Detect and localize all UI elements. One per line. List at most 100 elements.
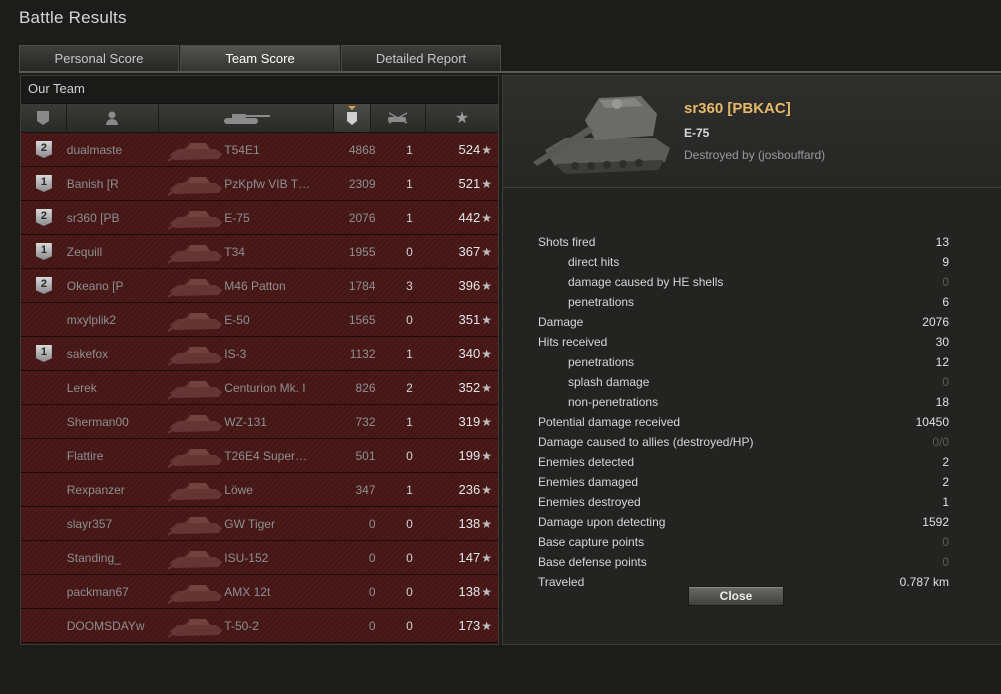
kills-column-header[interactable] — [371, 104, 427, 132]
table-row[interactable]: Sherman00 WZ-131 732 1 319★ — [21, 405, 498, 439]
vehicle-box: sr360 [PBKAC] E-75 Destroyed by (josbouf… — [503, 76, 1001, 188]
table-row[interactable]: slayr357 GW Tiger 0 0 138★ — [21, 507, 498, 541]
player-name-cell[interactable]: mxylplik2 — [67, 313, 165, 327]
score-column-header[interactable]: ★ — [426, 104, 498, 132]
table-row[interactable]: 1 Banish [R PzKpfw VIB T… 2309 1 521★ — [21, 167, 498, 201]
tank-thumbnail — [164, 611, 224, 641]
medal-cell: 1 — [21, 175, 67, 192]
tank-name-cell: E-50 — [224, 312, 250, 327]
tab-personal-score[interactable]: Personal Score — [19, 45, 179, 71]
table-row[interactable]: 2 sr360 [PB E-75 2076 1 442★ — [21, 201, 498, 235]
table-row[interactable]: 1 Zequill T34 1955 0 367★ — [21, 235, 498, 269]
star-icon: ★ — [481, 585, 492, 599]
score-cell: 199★ — [429, 448, 498, 463]
tank-name-cell: T54E1 — [224, 142, 260, 157]
class-medal-icon: 1 — [35, 243, 52, 260]
kills-cell: 1 — [406, 482, 413, 497]
score-value: 138 — [458, 516, 481, 531]
table-row[interactable]: packman67 AMX 12t 0 0 138★ — [21, 575, 498, 609]
team-rows: 2 dualmaste T54E1 4868 1 524★ 1 Banish [… — [21, 133, 498, 643]
medal-column-header[interactable] — [21, 104, 67, 132]
kills-cell: 0 — [406, 312, 413, 327]
tank-name-cell: AMX 12t — [224, 584, 271, 599]
close-button[interactable]: Close — [688, 586, 784, 606]
destroyed-by: Destroyed by (josbouffard) — [684, 148, 826, 162]
kills-cell: 3 — [406, 278, 413, 293]
stat-value: 0.787 km — [899, 575, 949, 589]
score-value: 367 — [458, 244, 481, 259]
kills-cell: 1 — [406, 176, 413, 191]
tank-name-cell: IS-3 — [224, 346, 247, 361]
stat-label: Enemies destroyed — [538, 495, 641, 509]
tank-thumbnail — [164, 339, 224, 369]
tab-team-score[interactable]: Team Score — [180, 45, 340, 71]
kills-cell: 0 — [406, 618, 413, 633]
table-row[interactable]: 2 dualmaste T54E1 4868 1 524★ — [21, 133, 498, 167]
player-name-cell[interactable]: Standing_ — [67, 551, 165, 565]
table-row[interactable]: Lerek Centurion Mk. I 826 2 352★ — [21, 371, 498, 405]
table-row[interactable]: 2 Okeano [P M46 Patton 1784 3 396★ — [21, 269, 498, 303]
kills-cell: 0 — [406, 448, 413, 463]
tab-detailed-report[interactable]: Detailed Report — [341, 45, 501, 71]
player-name: sr360 [PBKAC] — [684, 100, 791, 117]
score-cell: 147★ — [429, 550, 498, 565]
tank-thumbnail-icon — [167, 414, 223, 434]
tank-thumbnail-icon — [167, 142, 223, 162]
player-column-header[interactable] — [67, 104, 159, 132]
star-icon: ★ — [481, 177, 492, 191]
player-name-cell[interactable]: DOOMSDAYw — [67, 619, 165, 633]
table-row[interactable]: 1 sakefox IS-3 1132 1 340★ — [21, 337, 498, 371]
score-cell: 138★ — [429, 584, 498, 599]
player-name-cell[interactable]: sr360 [PB — [67, 211, 165, 225]
kills-cell: 1 — [406, 346, 413, 361]
stat-value: 13 — [935, 235, 949, 249]
kills-cell: 1 — [406, 414, 413, 429]
stat-row: Shots fired 13 — [538, 232, 949, 252]
player-name-cell[interactable]: Zequill — [67, 245, 165, 259]
table-row[interactable]: DOOMSDAYw T-50-2 0 0 173★ — [21, 609, 498, 643]
stats-list: Shots fired 13 direct hits 9 damage caus… — [538, 232, 949, 592]
kills-cell: 0 — [406, 550, 413, 565]
table-row[interactable]: mxylplik2 E-50 1565 0 351★ — [21, 303, 498, 337]
table-row[interactable]: Standing_ ISU-152 0 0 147★ — [21, 541, 498, 575]
player-name-cell[interactable]: sakefox — [67, 347, 165, 361]
player-name-cell[interactable]: Banish [R — [67, 177, 165, 191]
player-name-cell[interactable]: packman67 — [67, 585, 165, 599]
xp-cell: 826 — [355, 380, 376, 395]
star-icon: ★ — [481, 415, 492, 429]
stat-label: non-penetrations — [568, 395, 659, 409]
star-icon: ★ — [481, 279, 492, 293]
score-star-icon: ★ — [454, 110, 470, 127]
xp-cell: 0 — [368, 550, 376, 565]
player-name-cell[interactable]: slayr357 — [67, 517, 165, 531]
xp-column-header[interactable] — [334, 104, 372, 132]
stat-row: non-penetrations 18 — [538, 392, 949, 412]
player-name-cell[interactable]: Rexpanzer — [67, 483, 165, 497]
player-name-cell[interactable]: Lerek — [67, 381, 165, 395]
player-name-cell[interactable]: Flattire — [67, 449, 165, 463]
tank-name-cell: T26E4 Super… — [224, 448, 307, 463]
class-medal-icon: 2 — [35, 209, 52, 226]
player-name-cell[interactable]: dualmaste — [67, 143, 165, 157]
stat-value: 10450 — [915, 415, 949, 429]
tab-divider — [19, 71, 1001, 73]
stat-label: Base capture points — [538, 535, 645, 549]
player-name-cell[interactable]: Okeano [P — [67, 279, 165, 293]
score-value: 442 — [458, 210, 481, 225]
table-header: ★ — [21, 103, 498, 133]
score-cell: 351★ — [429, 312, 498, 327]
tank-thumbnail-icon — [167, 210, 223, 230]
table-row[interactable]: Rexpanzer Löwe 347 1 236★ — [21, 473, 498, 507]
tank-name-cell: Centurion Mk. I — [224, 380, 306, 395]
star-icon: ★ — [481, 347, 492, 361]
tank-column-header[interactable] — [159, 104, 335, 132]
tank-thumbnail — [164, 475, 224, 505]
medal-cell: 2 — [21, 141, 67, 158]
score-value: 521 — [458, 176, 481, 191]
stat-label: Traveled — [538, 575, 585, 589]
player-name-cell[interactable]: Sherman00 — [67, 415, 165, 429]
star-icon: ★ — [481, 517, 492, 531]
star-icon: ★ — [481, 619, 492, 633]
table-row[interactable]: Flattire T26E4 Super… 501 0 199★ — [21, 439, 498, 473]
xp-cell: 4868 — [348, 142, 376, 157]
